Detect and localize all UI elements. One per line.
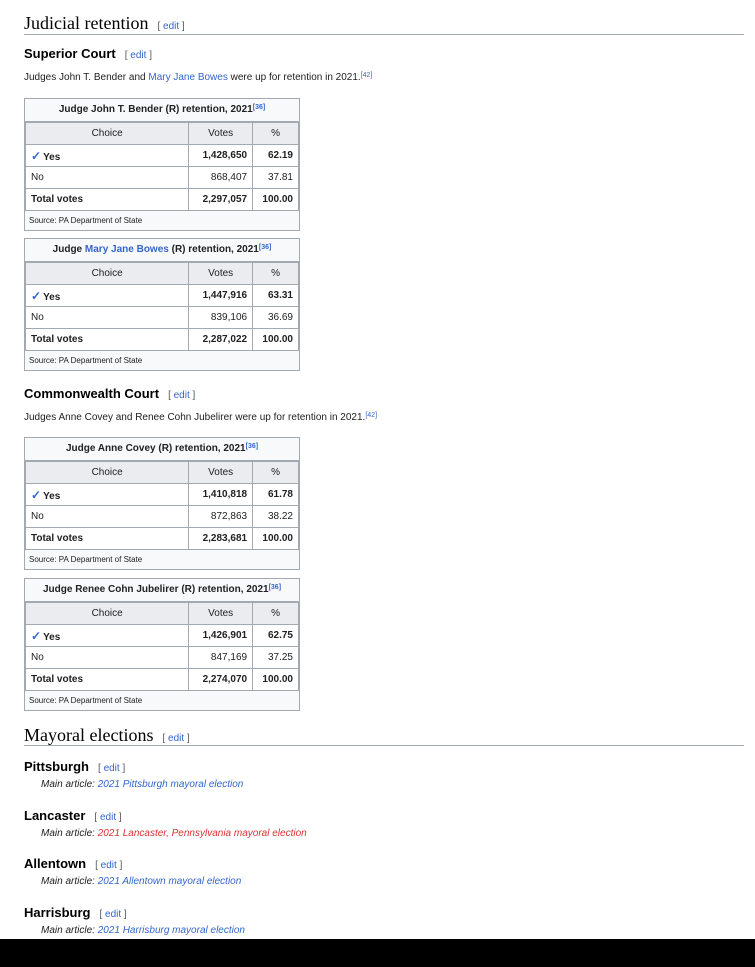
- subheading-pittsburgh: Pittsburgh[ edit ]: [24, 759, 126, 774]
- subheading-harrisburg: Harrisburg[ edit ]: [24, 905, 127, 920]
- col-header-votes: Votes: [188, 461, 254, 484]
- superior-court-intro: Judges John T. Bender and Mary Jane Bowe…: [24, 72, 373, 83]
- edit-link[interactable]: [ edit ]: [98, 763, 125, 774]
- citation[interactable]: [36]: [253, 104, 265, 111]
- citation[interactable]: [36]: [269, 584, 281, 591]
- subheading-commonwealth-court: Commonwealth Court[ edit ]: [24, 386, 196, 401]
- table-header-row: Choice Votes%: [24, 122, 299, 145]
- checkmark-icon: ✓: [31, 288, 42, 303]
- table-header-row: Choice Votes%: [24, 262, 299, 285]
- table-row-yes: ✓ Yes 1,426,901 62.75: [24, 624, 299, 647]
- col-header-percent: %: [252, 461, 299, 484]
- election-box-bender: Judge John T. Bender (R) retention, 2021…: [24, 98, 300, 231]
- table-caption: Judge Anne Covey (R) retention, 2021[36]: [25, 438, 299, 461]
- table-source: Source: PA Department of State: [25, 691, 299, 710]
- table-row-total: Total votes 2,274,070 100.00: [24, 668, 299, 691]
- col-header-choice: Choice: [24, 461, 190, 484]
- table-row-no: No 868,407 37.81: [24, 166, 299, 189]
- heading-divider: [24, 745, 744, 746]
- edit-link[interactable]: [ edit ]: [95, 860, 122, 871]
- main-article-note: Main article: 2021 Allentown mayoral ele…: [41, 876, 242, 887]
- citation[interactable]: [36]: [259, 244, 271, 251]
- table-row-yes: ✓ Yes 1,447,916 63.31: [24, 284, 299, 307]
- citation[interactable]: [36]: [246, 443, 258, 450]
- table-header-row: Choice Votes%: [24, 602, 299, 625]
- table-row-no: No 847,169 37.25: [24, 646, 299, 669]
- table-source: Source: PA Department of State: [25, 351, 299, 370]
- table-row-total: Total votes 2,287,022 100.00: [24, 328, 299, 351]
- election-box-jubelirer: Judge Renee Cohn Jubelirer (R) retention…: [24, 578, 300, 711]
- election-box-bowes: Judge Mary Jane Bowes (R) retention, 202…: [24, 238, 300, 371]
- citation[interactable]: [42]: [361, 72, 373, 79]
- table-row-no: No 872,863 38.22: [24, 505, 299, 528]
- col-header-votes: Votes: [188, 262, 254, 285]
- edit-link[interactable]: [ edit ]: [162, 733, 189, 744]
- link-allentown-mayoral-election[interactable]: 2021 Allentown mayoral election: [98, 876, 242, 887]
- link-mary-jane-bowes[interactable]: Mary Jane Bowes: [85, 244, 169, 255]
- citation[interactable]: [42]: [365, 412, 377, 419]
- table-source: Source: PA Department of State: [25, 550, 299, 569]
- heading-divider: [24, 34, 744, 35]
- table-row-total: Total votes 2,297,057 100.00: [24, 188, 299, 211]
- edit-link[interactable]: [ edit ]: [125, 50, 152, 61]
- col-header-votes: Votes: [188, 122, 254, 145]
- col-header-choice: Choice: [24, 262, 190, 285]
- subheading-superior-court: Superior Court[ edit ]: [24, 46, 152, 61]
- table-caption: Judge Renee Cohn Jubelirer (R) retention…: [25, 579, 299, 602]
- article-page: Judicial retention[ edit ] Superior Cour…: [0, 0, 755, 939]
- table-row-no: No 839,106 36.69: [24, 306, 299, 329]
- table-row-yes: ✓ Yes 1,410,818 61.78: [24, 483, 299, 506]
- table-source: Source: PA Department of State: [25, 211, 299, 230]
- table-caption: Judge Mary Jane Bowes (R) retention, 202…: [25, 239, 299, 262]
- link-pittsburgh-mayoral-election[interactable]: 2021 Pittsburgh mayoral election: [98, 779, 244, 790]
- col-header-percent: %: [252, 262, 299, 285]
- col-header-votes: Votes: [188, 602, 254, 625]
- section-heading-mayoral-elections: Mayoral elections[ edit ]: [24, 725, 190, 745]
- table-caption: Judge John T. Bender (R) retention, 2021…: [25, 99, 299, 122]
- main-article-note: Main article: 2021 Lancaster, Pennsylvan…: [41, 828, 307, 839]
- link-lancaster-mayoral-election[interactable]: 2021 Lancaster, Pennsylvania mayoral ele…: [98, 828, 307, 839]
- subheading-allentown: Allentown[ edit ]: [24, 856, 123, 871]
- link-harrisburg-mayoral-election[interactable]: 2021 Harrisburg mayoral election: [98, 925, 245, 936]
- col-header-choice: Choice: [24, 602, 190, 625]
- table-header-row: Choice Votes%: [24, 461, 299, 484]
- subheading-lancaster: Lancaster[ edit ]: [24, 808, 122, 823]
- table-row-yes: ✓ Yes 1,428,650 62.19: [24, 144, 299, 167]
- col-header-percent: %: [252, 122, 299, 145]
- link-mary-jane-bowes[interactable]: Mary Jane Bowes: [148, 72, 227, 83]
- main-article-note: Main article: 2021 Harrisburg mayoral el…: [41, 925, 245, 936]
- commonwealth-court-intro: Judges Anne Covey and Renee Cohn Jubelir…: [24, 412, 378, 423]
- table-row-total: Total votes 2,283,681 100.00: [24, 527, 299, 550]
- edit-link[interactable]: [ edit ]: [94, 812, 121, 823]
- col-header-choice: Choice: [24, 122, 190, 145]
- edit-link[interactable]: [ edit ]: [168, 390, 195, 401]
- main-article-note: Main article: 2021 Pittsburgh mayoral el…: [41, 779, 244, 790]
- col-header-percent: %: [252, 602, 299, 625]
- edit-link[interactable]: [ edit ]: [157, 21, 184, 32]
- checkmark-icon: ✓: [31, 487, 42, 502]
- election-box-covey: Judge Anne Covey (R) retention, 2021[36]…: [24, 437, 300, 570]
- checkmark-icon: ✓: [31, 148, 42, 163]
- checkmark-icon: ✓: [31, 628, 42, 643]
- edit-link[interactable]: [ edit ]: [99, 909, 126, 920]
